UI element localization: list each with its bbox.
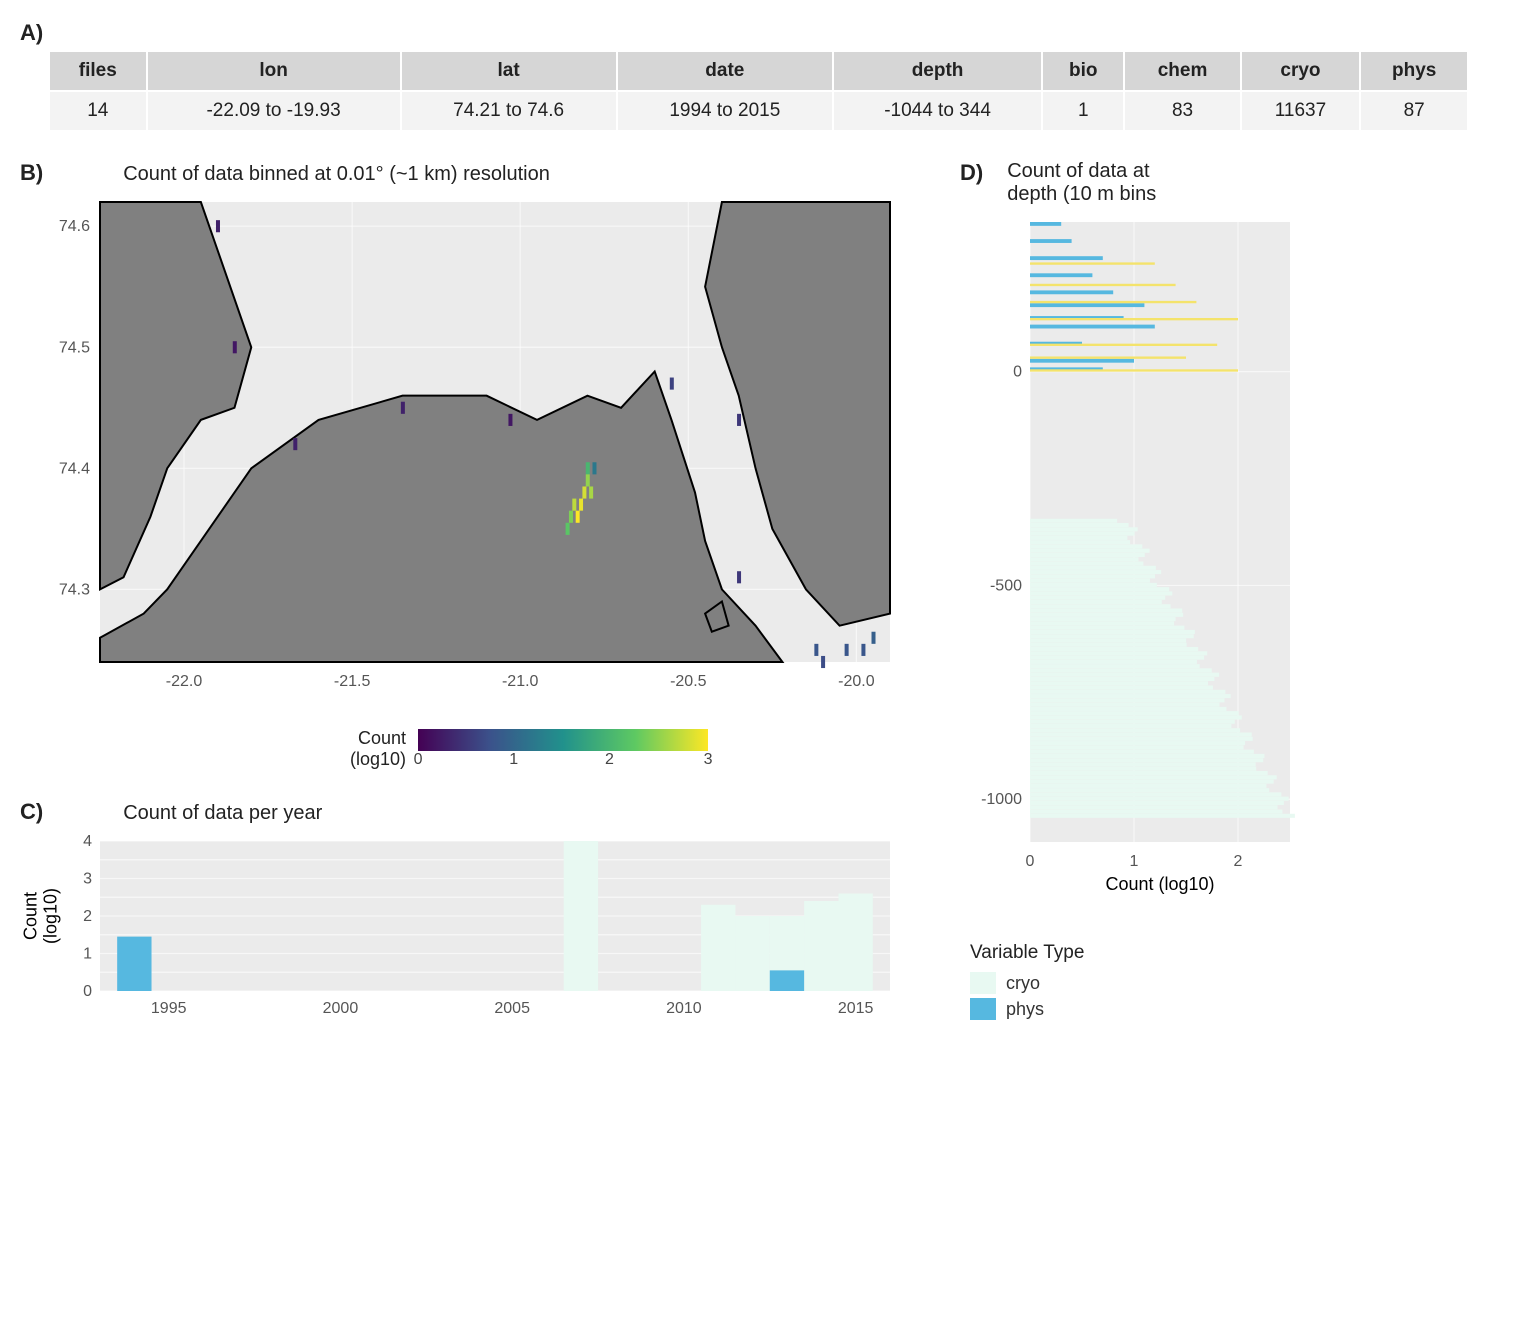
summary-table: files lon lat date depth bio chem cryo p… (48, 50, 1469, 132)
svg-text:0: 0 (1026, 853, 1035, 870)
th-lon: lon (147, 51, 401, 91)
svg-text:4: 4 (83, 833, 92, 850)
chart-b-title: Count of data binned at 0.01° (~1 km) re… (123, 163, 550, 186)
td-bio: 1 (1042, 91, 1124, 131)
svg-text:-500: -500 (990, 577, 1022, 594)
svg-text:-1000: -1000 (981, 791, 1022, 808)
svg-text:2005: 2005 (494, 1000, 530, 1017)
legend-tick-1: 1 (509, 751, 518, 769)
th-bio: bio (1042, 51, 1124, 91)
legend-tick-0: 0 (414, 751, 423, 769)
panel-b-label: B) (20, 160, 43, 186)
color-legend: Count (log10) 0 1 2 3 (350, 728, 920, 769)
td-phys: 87 (1360, 91, 1468, 131)
svg-text:Count(log10): Count(log10) (21, 888, 61, 944)
legend-label-l1: Count (358, 728, 406, 748)
th-lat: lat (401, 51, 617, 91)
svg-text:2000: 2000 (323, 1000, 359, 1017)
td-depth: -1044 to 344 (833, 91, 1042, 131)
chart-d-title-l2: depth (10 m bins (1007, 183, 1156, 205)
var-item-phys: phys (1006, 999, 1044, 1020)
td-date: 1994 to 2015 (617, 91, 833, 131)
swatch-cryo (970, 972, 996, 994)
th-cryo: cryo (1241, 51, 1360, 91)
map-plot: -22.0 -21.5 -21.0 -20.5 -20.0 74.3 74.4 74.5 74.… (20, 192, 920, 712)
panel-c-label: C) (20, 799, 43, 825)
td-cryo: 11637 (1241, 91, 1360, 131)
var-item-cryo: cryo (1006, 973, 1040, 994)
th-files: files (49, 51, 147, 91)
th-phys: phys (1360, 51, 1468, 91)
variable-type-legend: Variable Type cryo phys (970, 942, 1340, 1024)
yearly-bar-chart: 0 1 2 3 4 1995 2000 2005 2010 2015 Count(log10) (20, 831, 920, 1031)
svg-text:74.5: 74.5 (59, 339, 90, 356)
svg-text:74.6: 74.6 (59, 218, 90, 235)
svg-text:Count (log10): Count (log10) (1105, 874, 1214, 894)
svg-text:-22.0: -22.0 (166, 673, 203, 690)
svg-text:1995: 1995 (151, 1000, 187, 1017)
chart-d-title-l1: Count of data at (1007, 160, 1149, 182)
svg-text:2: 2 (1234, 853, 1243, 870)
legend-tick-3: 3 (704, 751, 713, 769)
viridis-gradient (418, 729, 708, 751)
svg-text:74.3: 74.3 (59, 581, 90, 598)
svg-text:0: 0 (83, 983, 92, 1000)
td-files: 14 (49, 91, 147, 131)
svg-text:-20.0: -20.0 (838, 673, 875, 690)
svg-text:1: 1 (1130, 853, 1139, 870)
var-legend-title: Variable Type (970, 942, 1340, 964)
svg-text:2010: 2010 (666, 1000, 702, 1017)
th-chem: chem (1124, 51, 1240, 91)
th-date: date (617, 51, 833, 91)
td-chem: 83 (1124, 91, 1240, 131)
svg-text:74.4: 74.4 (59, 460, 90, 477)
th-depth: depth (833, 51, 1042, 91)
svg-text:2: 2 (83, 908, 92, 925)
svg-text:2015: 2015 (838, 1000, 874, 1017)
depth-bar-chart: 0 1 2 -1000 -500 0 Count (log10) (960, 212, 1320, 912)
svg-text:-21.5: -21.5 (334, 673, 371, 690)
legend-tick-2: 2 (605, 751, 614, 769)
panel-d-label: D) (960, 160, 983, 186)
chart-c-title: Count of data per year (123, 802, 322, 825)
svg-text:-20.5: -20.5 (670, 673, 707, 690)
svg-text:-21.0: -21.0 (502, 673, 539, 690)
swatch-phys (970, 998, 996, 1020)
legend-label-l2: (log10) (350, 749, 406, 769)
svg-text:1: 1 (83, 946, 92, 963)
panel-a-label: A) (20, 20, 1516, 46)
td-lat: 74.21 to 74.6 (401, 91, 617, 131)
svg-text:3: 3 (83, 871, 92, 888)
td-lon: -22.09 to -19.93 (147, 91, 401, 131)
svg-text:0: 0 (1013, 364, 1022, 381)
